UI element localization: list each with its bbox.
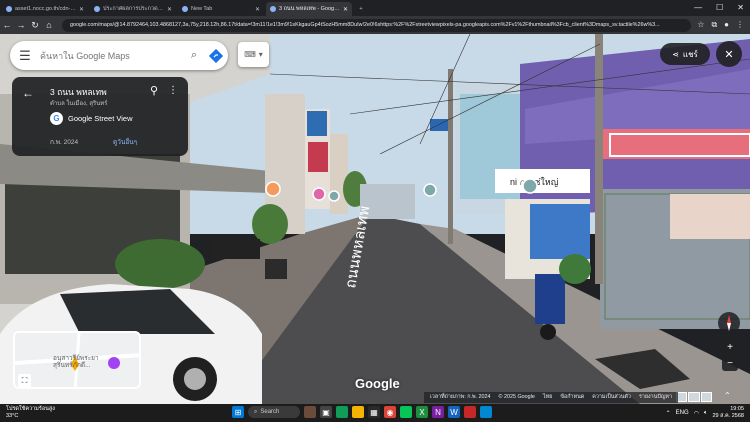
back-arrow-icon[interactable]: ← bbox=[22, 86, 34, 100]
mini-map[interactable]: อนุสาวรีย์พระยาสุรินทร์ภักดี... ⛶ bbox=[13, 331, 141, 389]
close-tab-icon[interactable]: ✕ bbox=[255, 6, 260, 13]
clock[interactable]: 19:05 29 ส.ค. 2568 bbox=[712, 406, 744, 420]
excel-icon[interactable]: X bbox=[416, 406, 428, 418]
new-tab-button[interactable]: + bbox=[354, 2, 368, 16]
reload-icon[interactable]: ↻ bbox=[28, 20, 42, 31]
address-bar[interactable]: google.com/maps/@14.8792464,103.4868127,… bbox=[62, 18, 692, 32]
browser-tab[interactable]: New Tab ✕ bbox=[178, 2, 264, 16]
close-tab-icon[interactable]: ✕ bbox=[79, 6, 84, 13]
directions-icon[interactable] bbox=[204, 44, 228, 68]
chevron-up-icon[interactable]: ⌃ bbox=[666, 410, 671, 417]
minimize-icon[interactable]: — bbox=[694, 3, 702, 12]
close-street-view-button[interactable]: ✕ bbox=[716, 41, 742, 67]
app-icon[interactable] bbox=[480, 406, 492, 418]
store-icon[interactable]: ▦ bbox=[368, 406, 380, 418]
volume-icon[interactable]: 🔈︎ bbox=[704, 410, 708, 417]
favicon-icon bbox=[270, 6, 276, 12]
expand-up-icon[interactable]: ⌃ bbox=[724, 391, 731, 400]
close-window-icon[interactable]: ✕ bbox=[737, 3, 744, 12]
copyright-text: © 2025 Google bbox=[498, 394, 535, 400]
street-view-label: Google Street View bbox=[68, 114, 133, 123]
zoom-controls: + − bbox=[722, 339, 738, 371]
weather-widget[interactable]: โปรดใช้ความร้อนสูง 33°C bbox=[6, 406, 55, 419]
toolbar-icons: ☆ ⧉ ● ⋮ bbox=[697, 20, 750, 30]
bookmark-star-icon[interactable]: ☆ bbox=[697, 20, 704, 30]
home-icon[interactable]: ⌂ bbox=[42, 20, 56, 30]
onenote-icon[interactable]: N bbox=[432, 406, 444, 418]
system-tray: ⌃ ENG ◠ 🔈︎ 19:05 29 ส.ค. 2568 bbox=[666, 406, 744, 420]
search-input[interactable] bbox=[40, 50, 184, 61]
close-tab-icon[interactable]: ✕ bbox=[343, 6, 348, 13]
task-view-icon[interactable]: ▣ bbox=[320, 406, 332, 418]
zoom-out-icon[interactable]: − bbox=[727, 358, 733, 369]
maps-search-box: ☰ ⌕ bbox=[10, 41, 228, 70]
taskbar-apps: ⊞ ⌕ Search ▣ ▦ ◉ X N W bbox=[232, 406, 492, 418]
window-controls: — ☐ ✕ bbox=[694, 3, 744, 12]
close-icon: ✕ bbox=[724, 48, 734, 61]
place-subtitle: ตำบล ในเมือง, สุรินทร์ bbox=[50, 101, 108, 107]
word-icon[interactable]: W bbox=[448, 406, 460, 418]
hamburger-menu-icon[interactable]: ☰ bbox=[10, 48, 40, 64]
back-icon[interactable]: ← bbox=[0, 20, 14, 30]
minimap-place-label: อนุสาวรีย์พระยาสุรินทร์ภักดี... bbox=[53, 355, 99, 369]
compass-icon[interactable] bbox=[718, 312, 740, 334]
terms-link[interactable]: ข้อกำหนด bbox=[560, 392, 584, 403]
place-title: 3 ถนน พหลเทพ bbox=[50, 87, 107, 97]
taskbar-search[interactable]: ⌕ Search bbox=[248, 406, 300, 418]
share-button[interactable]: ⋖ แชร์ bbox=[660, 43, 710, 65]
keyboard-icon: ⌨ bbox=[244, 50, 256, 59]
privacy-link[interactable]: ความเป็นส่วนตัว bbox=[592, 392, 631, 403]
widget-icon[interactable] bbox=[304, 406, 316, 418]
see-more-dates-link[interactable]: ดูวันอื่นๆ bbox=[113, 137, 137, 147]
browser-menu-icon[interactable]: ⋮ bbox=[736, 20, 744, 30]
browser-toolbar: ← → ↻ ⌂ google.com/maps/@14.8792464,103.… bbox=[0, 16, 750, 34]
browser-tab[interactable]: ประกาศผลการประกวดราคา - ทดสอบ...✕ bbox=[90, 2, 176, 16]
language-link[interactable]: ไทย bbox=[543, 392, 552, 403]
expand-map-icon[interactable]: ⛶ bbox=[18, 374, 31, 387]
profile-icon[interactable]: ● bbox=[724, 20, 729, 30]
windows-start-icon[interactable]: ⊞ bbox=[232, 406, 244, 418]
wifi-icon[interactable]: ◠ bbox=[694, 410, 699, 417]
pdf-icon[interactable] bbox=[464, 406, 476, 418]
chrome-icon[interactable]: ◉ bbox=[384, 406, 396, 418]
share-icon: ⋖ bbox=[672, 49, 679, 59]
favicon-icon bbox=[6, 6, 12, 12]
location-pin-icon[interactable]: ⚲ bbox=[150, 84, 158, 97]
input-tools-button[interactable]: ⌨ ▾ bbox=[238, 42, 269, 67]
search-icon: ⌕ bbox=[254, 409, 258, 415]
google-g-icon: G bbox=[50, 112, 63, 125]
zoom-in-icon[interactable]: + bbox=[727, 342, 733, 353]
browser-tab[interactable]: asset1.nocc.go.th/cdn-app/Pr...✕ bbox=[2, 2, 88, 16]
street-view-panorama[interactable]: ni ∩ แซ่ใหญ่ ถนนพหลเทพ ☰ ค้นหาใน Google … bbox=[0, 34, 750, 404]
browser-tab-active[interactable]: 3 ถนน พหลเทพ - Google Maps✕ bbox=[266, 2, 352, 16]
photo-thumbnails[interactable] bbox=[676, 392, 712, 402]
attribution-bar: เวลาที่ถ่ายภาพ: ก.พ. 2024 © 2025 Google … bbox=[423, 392, 678, 403]
edge-icon[interactable] bbox=[336, 406, 348, 418]
file-explorer-icon[interactable] bbox=[352, 406, 364, 418]
place-info-card: ← 3 ถนน พหลเทพ ตำบล ในเมือง, สุรินทร์ ⚲ … bbox=[12, 77, 188, 156]
browser-tab-bar: asset1.nocc.go.th/cdn-app/Pr...✕ ประกาศผ… bbox=[0, 0, 750, 16]
line-icon[interactable] bbox=[400, 406, 412, 418]
windows-taskbar: โปรดใช้ความร้อนสูง 33°C ⊞ ⌕ Search ▣ ▦ ◉ … bbox=[0, 404, 750, 422]
maximize-icon[interactable]: ☐ bbox=[716, 3, 723, 12]
capture-date: ก.พ. 2024 bbox=[50, 139, 79, 146]
more-options-icon[interactable]: ⋮ bbox=[168, 85, 178, 96]
forward-icon[interactable]: → bbox=[14, 20, 28, 30]
search-icon[interactable]: ⌕ bbox=[184, 49, 204, 62]
capture-time-text: เวลาที่ถ่ายภาพ: ก.พ. 2024 bbox=[429, 394, 491, 400]
language-indicator[interactable]: ENG bbox=[676, 410, 689, 416]
share-label: แชร์ bbox=[682, 49, 698, 59]
extensions-icon[interactable]: ⧉ bbox=[711, 20, 717, 30]
close-tab-icon[interactable]: ✕ bbox=[167, 6, 172, 13]
favicon-icon bbox=[182, 6, 188, 12]
chevron-down-icon: ▾ bbox=[258, 50, 263, 59]
report-problem-link[interactable]: รายงานปัญหา bbox=[639, 392, 672, 403]
favicon-icon bbox=[94, 6, 100, 12]
